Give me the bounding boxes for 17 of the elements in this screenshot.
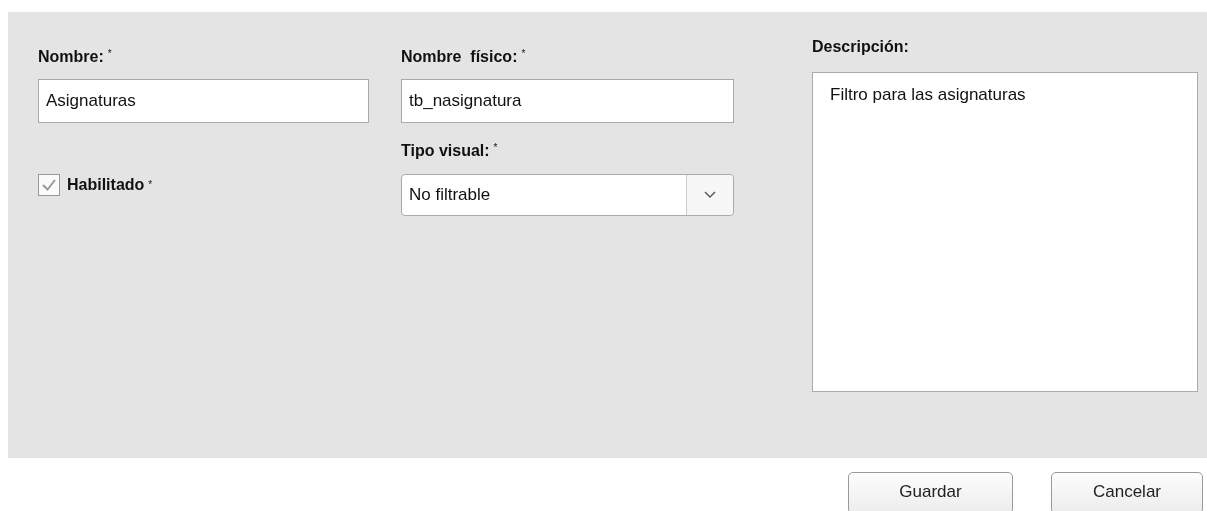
name-field[interactable]: Asignaturas [38,79,369,123]
field-label: Nombre físico: [401,47,518,67]
physical-name-field[interactable]: tb_nasignatura [401,79,734,123]
required-mark: * [148,178,153,192]
checkbox[interactable] [38,174,60,196]
action-button[interactable]: Guardar [848,472,1013,511]
chevron-down-icon [704,191,716,199]
field-label: Nombre: [38,47,104,67]
checkbox-label: Habilitado [67,176,145,194]
required-mark: * [493,141,498,155]
visual-type-dropdown[interactable]: No filtrable [401,174,734,216]
description-field[interactable]: Filtro para las asignaturas [812,72,1198,392]
field-label: Descripción: [812,37,909,57]
action-button[interactable]: Cancelar [1051,472,1203,511]
required-mark: * [107,47,112,61]
field-label: Tipo visual: [401,141,490,161]
required-mark: * [521,47,526,61]
